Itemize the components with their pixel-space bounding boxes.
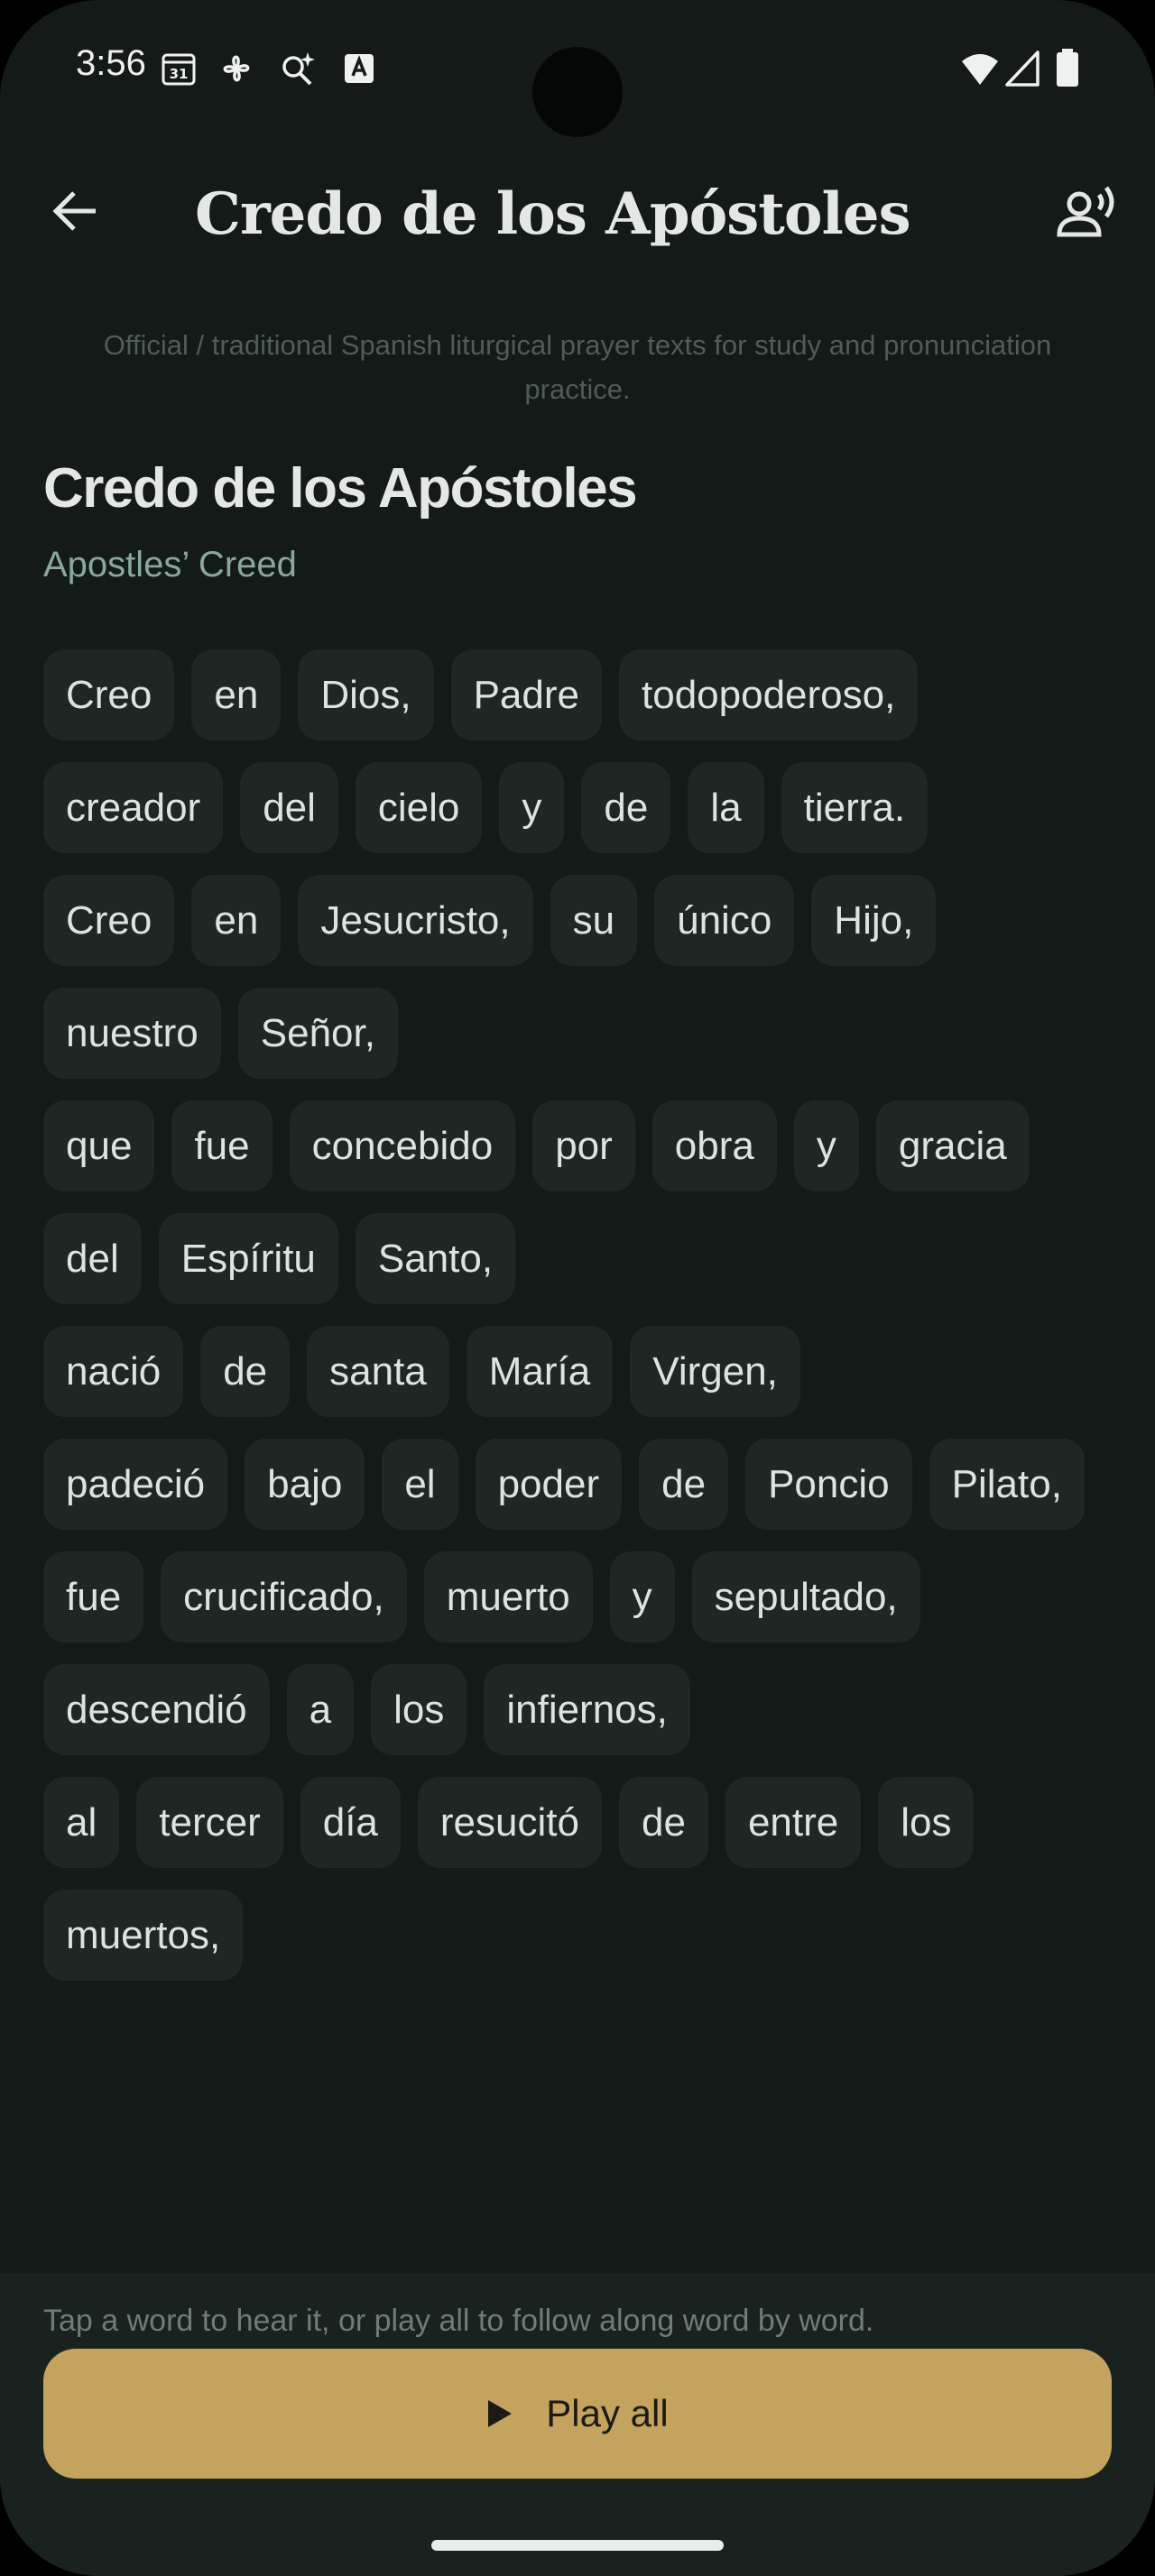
word-chip[interactable]: Jesucristo, xyxy=(298,875,533,966)
word-chip[interactable]: y xyxy=(609,1551,675,1642)
word-chip[interactable]: tercer xyxy=(136,1777,283,1868)
word-chip[interactable]: único xyxy=(654,875,795,966)
word-chip[interactable]: entre xyxy=(725,1777,862,1868)
word-chip[interactable]: Señor, xyxy=(237,988,398,1079)
word-chip[interactable]: Espíritu xyxy=(158,1213,338,1304)
word-chip[interactable]: descendió xyxy=(43,1664,270,1755)
calendar-icon: 31 xyxy=(162,53,196,86)
word-chip[interactable]: poder xyxy=(475,1439,623,1530)
word-line: al tercer día resucitó de entre los muertos, xyxy=(43,1777,1117,1981)
word-chip[interactable]: María xyxy=(466,1326,614,1417)
word-chip[interactable]: infiernos, xyxy=(484,1664,690,1755)
arrow-back-icon xyxy=(52,191,96,231)
word-chip[interactable]: crucificado, xyxy=(161,1551,407,1642)
word-chip[interactable]: nuestro xyxy=(43,988,221,1079)
word-line: Creo en Jesucristo, su único Hijo, nuestro Seño… xyxy=(43,875,1117,1079)
word-chip[interactable]: sepultado, xyxy=(691,1551,920,1642)
word-chip[interactable]: de xyxy=(639,1439,729,1530)
word-line: nació de santa María Virgen, xyxy=(43,1326,1117,1417)
playback-hint: Tap a word to hear it, or play all to fo… xyxy=(43,2304,874,2338)
word-lines: Creo en Dios, Padre todopoderoso, creador del c… xyxy=(43,649,1117,2002)
prayer-english-title: Apostles’ Creed xyxy=(43,545,297,584)
word-chip[interactable]: santa xyxy=(307,1326,449,1417)
word-chip[interactable]: fue xyxy=(171,1100,273,1191)
word-chip[interactable]: Creo xyxy=(43,875,175,966)
app-bar-title: Credo de los Apóstoles xyxy=(195,180,911,248)
word-chip[interactable]: al xyxy=(43,1777,120,1868)
word-chip[interactable]: los xyxy=(878,1777,975,1868)
word-chip[interactable]: cielo xyxy=(355,762,483,853)
bottom-panel: Tap a word to hear it, or play all to fo… xyxy=(0,2273,1155,2576)
word-chip[interactable]: Virgen, xyxy=(630,1326,800,1417)
word-chip[interactable]: muerto xyxy=(423,1551,593,1642)
word-chip[interactable]: concebido xyxy=(289,1100,516,1191)
status-bar: 3:56 31 xyxy=(0,0,1155,137)
word-chip[interactable]: padeció xyxy=(43,1439,228,1530)
word-line: descendió a los infiernos, xyxy=(43,1664,1117,1755)
app-screen: 3:56 31 Credo de los Apóstoles Official … xyxy=(0,0,1155,2576)
battery-icon xyxy=(1057,49,1078,87)
word-chip[interactable]: gracia xyxy=(875,1100,1030,1191)
word-line: creador del cielo y de la tierra. xyxy=(43,762,1117,853)
word-chip[interactable]: los xyxy=(371,1664,467,1755)
word-chip[interactable]: que xyxy=(43,1100,155,1191)
word-chip[interactable]: Pilato, xyxy=(929,1439,1085,1530)
home-indicator[interactable] xyxy=(431,2540,724,2551)
word-chip[interactable]: muertos, xyxy=(43,1890,244,1981)
voice-button[interactable] xyxy=(1052,179,1124,251)
word-chip[interactable]: a xyxy=(286,1664,355,1755)
front-camera xyxy=(532,47,623,137)
word-chip[interactable]: obra xyxy=(651,1100,777,1191)
word-chip[interactable]: la xyxy=(688,762,764,853)
word-chip[interactable]: día xyxy=(300,1777,401,1868)
translate-icon xyxy=(345,54,374,83)
word-chip[interactable]: el xyxy=(382,1439,458,1530)
word-chip[interactable]: de xyxy=(581,762,671,853)
word-chip[interactable]: en xyxy=(191,649,282,741)
sparkle-search-icon xyxy=(282,52,315,86)
calendar-badge: 31 xyxy=(170,66,189,82)
intro-subtitle: Official / traditional Spanish liturgica… xyxy=(103,329,1052,405)
word-chip[interactable]: del xyxy=(43,1213,142,1304)
signal-icon xyxy=(1005,51,1040,87)
word-chip[interactable]: Santo, xyxy=(355,1213,516,1304)
play-all-label: Play all xyxy=(546,2392,669,2434)
word-chip[interactable]: fue xyxy=(43,1551,144,1642)
play-all-button[interactable]: Play all xyxy=(43,2349,1112,2479)
word-chip[interactable]: tierra. xyxy=(781,762,929,853)
back-button[interactable] xyxy=(43,179,108,244)
word-chip[interactable]: resucitó xyxy=(417,1777,602,1868)
word-chip[interactable]: y xyxy=(499,762,565,853)
play-icon xyxy=(488,2400,513,2427)
word-chip[interactable]: de xyxy=(200,1326,291,1417)
word-chip[interactable]: bajo xyxy=(245,1439,365,1530)
word-line: que fue concebido por obra y gracia del Espíritu… xyxy=(43,1100,1117,1304)
pinwheel-icon xyxy=(223,55,250,82)
word-line: padeció bajo el poder de Poncio Pilato, xyxy=(43,1439,1117,1530)
word-chip[interactable]: por xyxy=(532,1100,635,1191)
word-chip[interactable]: Padre xyxy=(450,649,602,741)
word-chip[interactable]: todopoderoso, xyxy=(619,649,919,741)
word-chip[interactable]: Creo xyxy=(43,649,175,741)
word-chip[interactable]: Dios, xyxy=(298,649,434,741)
word-chip[interactable]: y xyxy=(793,1100,859,1191)
word-chip[interactable]: de xyxy=(618,1777,708,1868)
word-chip[interactable]: Hijo, xyxy=(811,875,937,966)
status-time: 3:56 xyxy=(76,43,146,83)
word-chip[interactable]: su xyxy=(550,875,638,966)
wifi-icon xyxy=(962,54,998,85)
word-line: fue crucificado, muerto y sepultado, xyxy=(43,1551,1117,1642)
word-chip[interactable]: creador xyxy=(43,762,224,853)
voice-speaker-icon xyxy=(1057,186,1114,237)
prayer-title: Credo de los Apóstoles xyxy=(43,457,638,520)
word-chip[interactable]: en xyxy=(191,875,282,966)
word-line: Creo en Dios, Padre todopoderoso, xyxy=(43,649,1117,741)
word-chip[interactable]: del xyxy=(240,762,338,853)
word-chip[interactable]: Poncio xyxy=(745,1439,912,1530)
word-chip[interactable]: nació xyxy=(43,1326,184,1417)
